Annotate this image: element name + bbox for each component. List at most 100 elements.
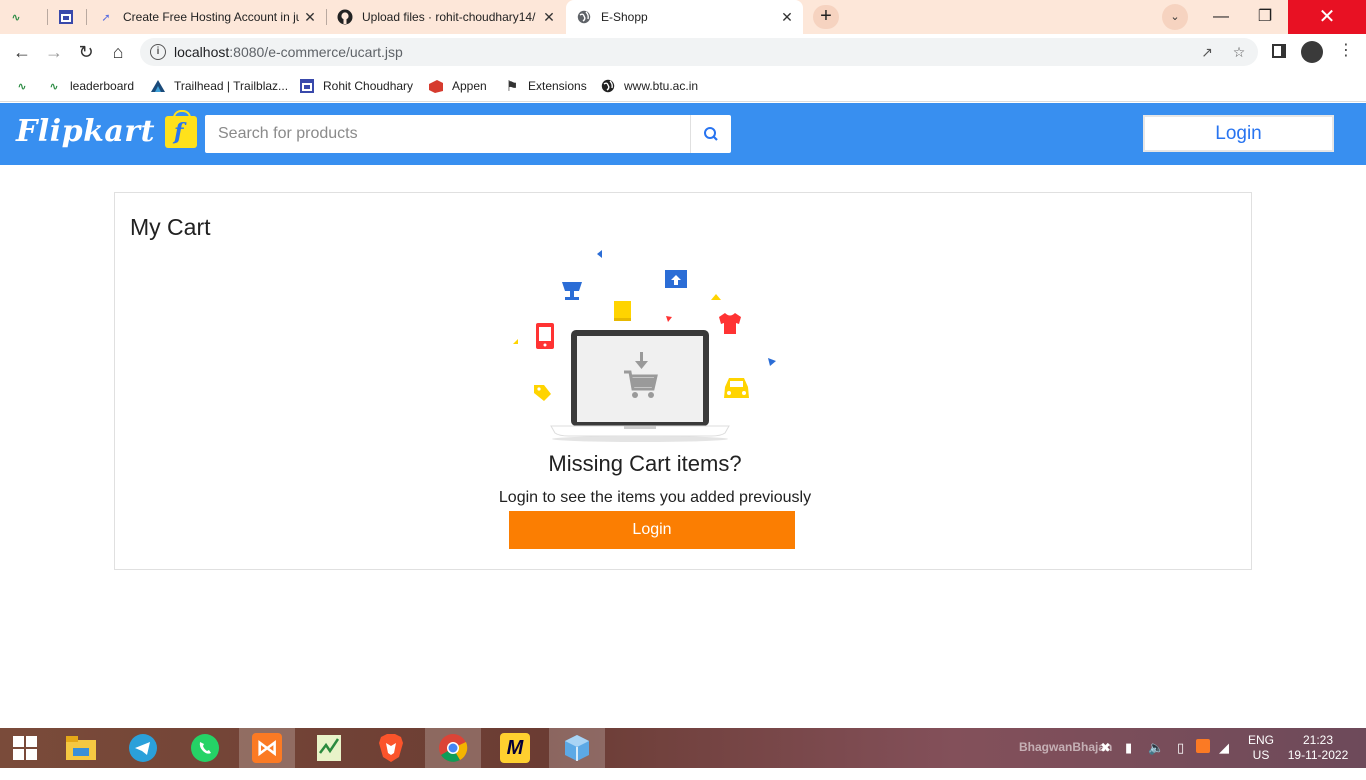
bookmark-label: www.btu.ac.in: [624, 79, 699, 93]
telegram-icon[interactable]: [115, 728, 171, 768]
gfg-icon: ∿: [11, 11, 21, 24]
flipkart-logo[interactable]: Flipkart f: [16, 109, 197, 149]
globe-icon: [576, 9, 592, 25]
site-info-icon[interactable]: i: [150, 44, 166, 60]
bookmark-extensions[interactable]: ⚑ Extensions: [504, 77, 587, 95]
forward-arrow-icon[interactable]: →: [42, 40, 66, 64]
tab-eshopp[interactable]: E-Shopp ✕: [566, 0, 803, 34]
network-status-icon[interactable]: ✖: [1100, 740, 1111, 780]
gfg-icon: ∿: [49, 80, 59, 93]
tab-calendar[interactable]: [58, 0, 88, 34]
bookmark-gfg[interactable]: ∿: [14, 77, 38, 95]
bookmark-leaderboard[interactable]: ∿ leaderboard: [46, 77, 134, 95]
tab-search-chevron-icon[interactable]: ⌄: [1162, 4, 1188, 30]
tab-title: Create Free Hosting Account in ju: [123, 10, 299, 24]
back-arrow-icon[interactable]: ←: [10, 40, 34, 64]
language-indicator[interactable]: ENG US: [1246, 733, 1276, 773]
tab-gfg[interactable]: ∿: [8, 0, 48, 34]
confetti-icon: [711, 294, 721, 300]
share-icon[interactable]: ↗: [1198, 43, 1216, 61]
home-icon[interactable]: ⌂: [106, 40, 130, 64]
tab-hosting[interactable]: ➚ Create Free Hosting Account in ju ✕: [98, 0, 326, 34]
new-tab-button[interactable]: +: [813, 5, 839, 29]
header-login-button[interactable]: Login: [1143, 115, 1334, 152]
empty-cart-subtext: Login to see the items you added previou…: [498, 489, 812, 506]
address-bar[interactable]: i localhost:8080/e-commerce/ucart.jsp ↗ …: [140, 38, 1258, 66]
usb-icon[interactable]: ▯: [1177, 740, 1184, 780]
restore-button[interactable]: ❐: [1243, 0, 1287, 34]
page-title: My Cart: [130, 214, 211, 240]
puzzle-icon: ⚑: [505, 77, 519, 94]
search-box: [205, 115, 731, 153]
bookmark-label: Appen: [452, 79, 487, 93]
car-icon: [724, 378, 749, 398]
bookmark-label: Rohit Choudhary: [323, 79, 414, 93]
search-input[interactable]: [205, 115, 690, 153]
cart-login-button[interactable]: Login: [509, 511, 795, 549]
reload-icon[interactable]: ↻: [74, 40, 98, 64]
clock[interactable]: 21:23 19-11-2022: [1283, 733, 1353, 773]
search-button[interactable]: [690, 115, 731, 153]
bookmarks-bar: ∿ ∿ leaderboard Trailhead | Trailblaz...…: [0, 70, 1366, 102]
windows-taskbar: ⋈ M BhagwanBhajan ✖ ▮ 🔈 ▯ ◢ ENG US 21:23…: [0, 728, 1366, 768]
tab-title: Upload files · rohit-choudhary14/: [362, 10, 536, 24]
wifi-signal-icon[interactable]: ◢: [1219, 740, 1229, 780]
tag-icon: [534, 385, 551, 401]
book-icon: [614, 301, 631, 321]
tab-separator: [86, 9, 87, 25]
clock-date: 19-11-2022: [1287, 748, 1349, 762]
xampp-icon[interactable]: ⋈: [239, 728, 295, 768]
tab-github[interactable]: Upload files · rohit-choudhary14/ ✕: [337, 0, 565, 34]
search-icon: [704, 127, 718, 141]
clock-time: 21:23: [1302, 733, 1334, 747]
empty-cart-heading: Missing Cart items?: [548, 451, 742, 476]
brave-browser-icon[interactable]: [363, 728, 419, 768]
bookmark-btu[interactable]: www.btu.ac.in: [600, 77, 698, 95]
confetti-icon: [768, 358, 776, 366]
battery-icon[interactable]: ▮: [1125, 740, 1132, 780]
tshirt-icon: [719, 313, 741, 334]
appen-icon: [428, 78, 444, 94]
confetti-icon: [513, 339, 518, 344]
phone-icon: [536, 323, 554, 349]
menu-kebab-icon[interactable]: ⋮: [1338, 40, 1354, 60]
shopping-bag-icon: f: [164, 109, 197, 148]
bookmark-rohit[interactable]: Rohit Choudhary: [299, 77, 413, 95]
language-label: ENG: [1247, 733, 1274, 747]
miro-icon[interactable]: M: [487, 728, 543, 768]
minimize-button[interactable]: —: [1199, 0, 1243, 34]
bookmark-appen[interactable]: Appen: [428, 77, 487, 95]
bookmark-star-icon[interactable]: ☆: [1230, 43, 1248, 61]
side-panel-icon[interactable]: [1272, 44, 1286, 58]
tab-separator: [326, 9, 327, 25]
bookmark-label: leaderboard: [70, 79, 135, 93]
virtualbox-icon[interactable]: [549, 728, 605, 768]
close-tab-icon[interactable]: ✕: [302, 9, 318, 25]
browser-toolbar: ← → ↻ ⌂ i localhost:8080/e-commerce/ucar…: [0, 34, 1366, 70]
logo-text: Flipkart: [16, 114, 155, 149]
close-tab-icon[interactable]: ✕: [541, 9, 557, 25]
github-icon: [337, 9, 353, 25]
address-url[interactable]: localhost:8080/e-commerce/ucart.jsp: [174, 44, 403, 60]
rocket-icon: ➚: [101, 11, 111, 24]
trailhead-icon: [150, 78, 166, 94]
tab-separator: [47, 9, 48, 25]
close-tab-icon[interactable]: ✕: [779, 9, 795, 25]
profile-avatar[interactable]: [1301, 41, 1323, 63]
start-button[interactable]: [0, 728, 50, 768]
volume-icon[interactable]: 🔈: [1148, 740, 1164, 780]
file-explorer-icon[interactable]: [53, 728, 109, 768]
xampp-tray-icon[interactable]: [1196, 739, 1210, 753]
empty-cart-illustration: [513, 250, 776, 442]
confetti-icon: [597, 250, 602, 258]
bookmark-trailhead[interactable]: Trailhead | Trailblaz...: [150, 77, 288, 95]
tv-icon: [665, 270, 687, 288]
chrome-icon[interactable]: [425, 728, 481, 768]
lamp-icon: [562, 282, 582, 300]
whatsapp-icon[interactable]: [177, 728, 233, 768]
close-window-button[interactable]: ✕: [1288, 0, 1366, 34]
windows-logo-icon: [13, 736, 37, 760]
site-header: Flipkart f Login: [0, 103, 1366, 165]
confetti-icon: [666, 316, 672, 322]
editor-icon[interactable]: [301, 728, 357, 768]
